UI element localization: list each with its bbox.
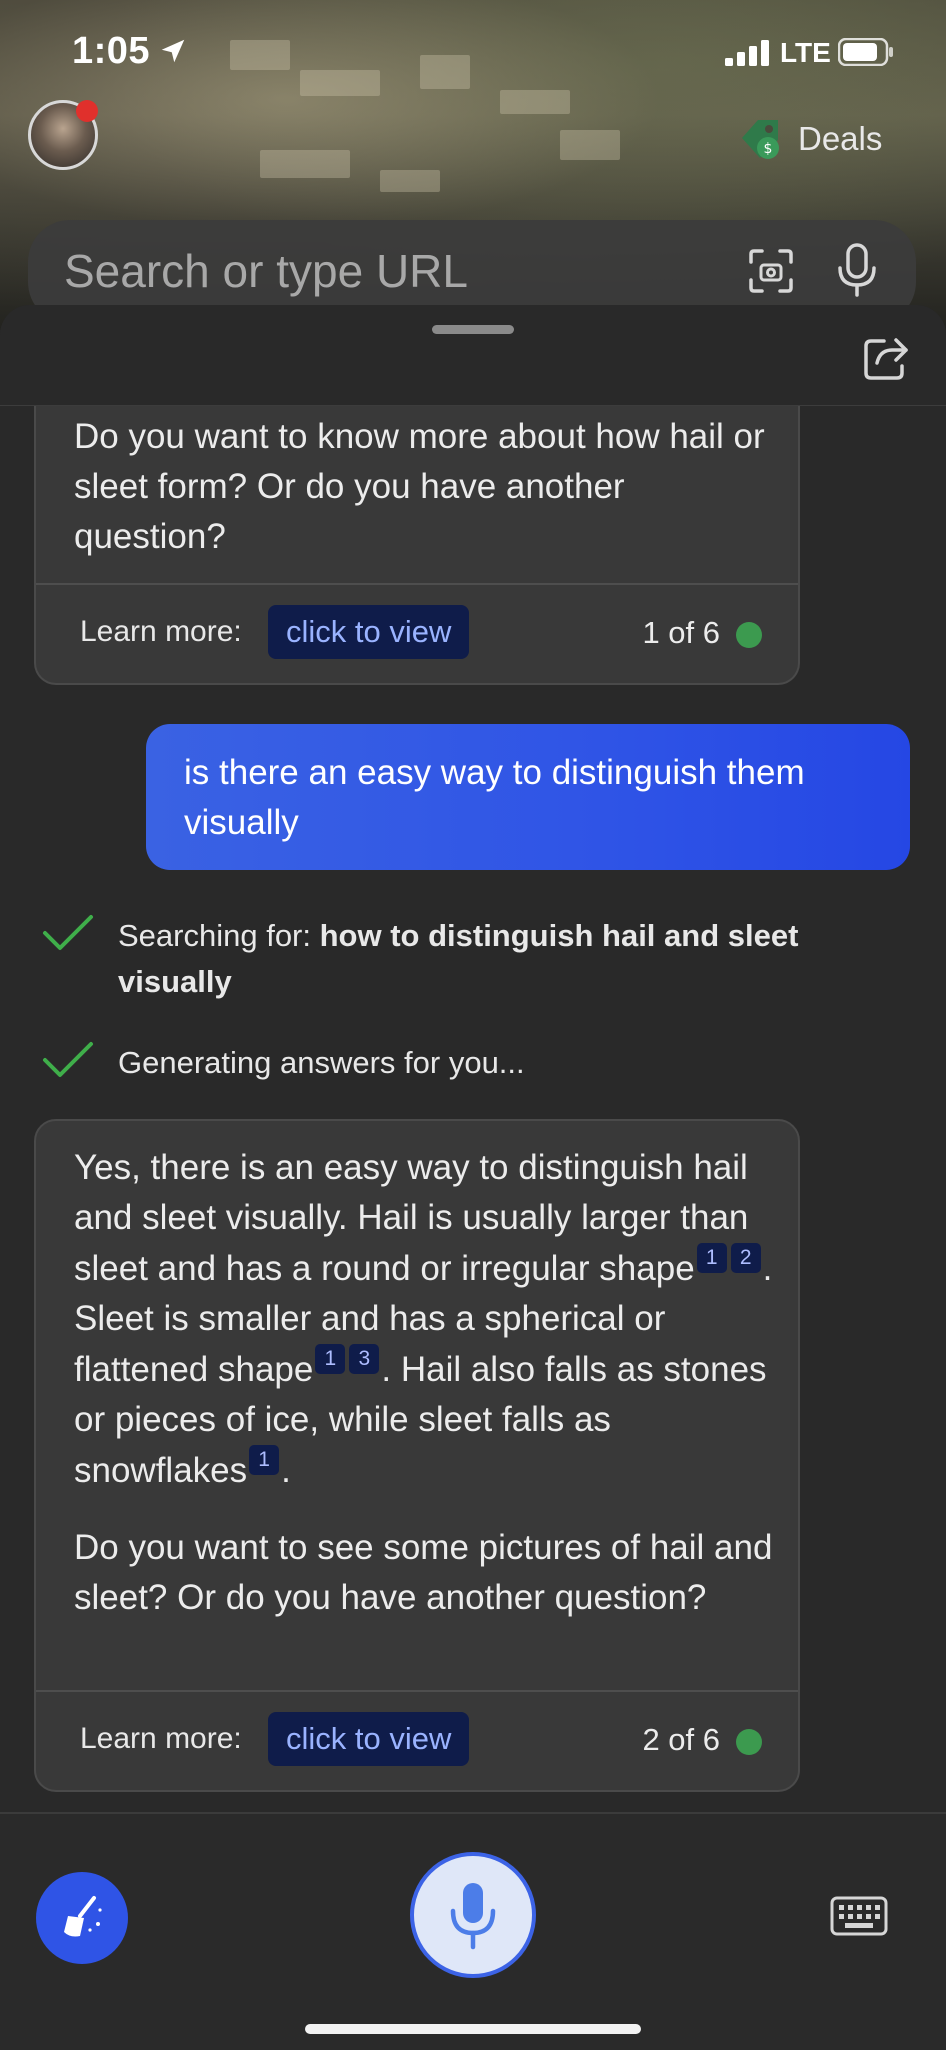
keyboard-icon[interactable]: [830, 1896, 888, 1936]
deals-button[interactable]: $ Deals: [738, 114, 882, 164]
user-message-bubble: is there an easy way to distinguish them…: [146, 724, 910, 870]
card-footer: Learn more: click to view 1 of 6: [36, 583, 798, 683]
bottom-toolbar: [0, 1812, 946, 2050]
sheet-grabber[interactable]: [432, 325, 514, 334]
answer-text: Yes, there is an easy way to distinguish…: [74, 1148, 749, 1288]
step-generating: Generating answers for you...: [42, 1040, 858, 1086]
deals-label: Deals: [798, 120, 883, 157]
broom-icon: [64, 1896, 102, 1937]
status-bar: 1:05 LTE: [0, 0, 946, 100]
answer-paragraph-2: Do you want to see some pictures of hail…: [74, 1528, 773, 1617]
battery-icon: [838, 38, 893, 66]
microphone-icon: [450, 1883, 496, 1950]
signal-icon: [725, 40, 769, 66]
citation-badge[interactable]: 1: [696, 1243, 727, 1273]
status-dot: [736, 622, 762, 648]
citation-badge[interactable]: 2: [730, 1243, 761, 1273]
notification-badge: [76, 100, 98, 122]
card-footer: Learn more: click to view 2 of 6: [36, 1690, 798, 1790]
home-indicator[interactable]: [305, 2024, 641, 2034]
citation-badge[interactable]: 1: [315, 1344, 346, 1374]
share-icon[interactable]: [862, 335, 910, 381]
user-message-text: is there an easy way to distinguish them…: [184, 753, 805, 842]
scan-icon[interactable]: [748, 248, 794, 294]
deals-tag-icon: $: [742, 120, 779, 159]
voice-input-button[interactable]: [410, 1852, 536, 1978]
status-time: 1:05: [72, 30, 151, 72]
learn-more-label: Learn more:: [80, 615, 242, 648]
learn-more-button[interactable]: click to view: [268, 1712, 470, 1766]
step-text: Searching for: how to distinguish hail a…: [118, 913, 858, 1005]
status-dot: [736, 1729, 762, 1755]
answer-text: .: [281, 1451, 291, 1490]
microphone-icon[interactable]: [834, 242, 880, 298]
svg-text:$: $: [764, 141, 773, 157]
answer-card-1: Do you want to know more about how hail …: [34, 380, 800, 685]
answer-card-2: Yes, there is an easy way to distinguish…: [34, 1119, 800, 1792]
new-topic-button[interactable]: [36, 1872, 128, 1964]
search-input[interactable]: Search or type URL: [64, 244, 468, 298]
learn-more-label: Learn more:: [80, 1722, 242, 1755]
checkmark-icon: [43, 915, 93, 950]
network-label: LTE: [780, 37, 831, 68]
step-prefix: Searching for:: [118, 918, 320, 953]
location-arrow-icon: [161, 39, 185, 63]
step-text: Generating answers for you...: [118, 1045, 525, 1080]
page-count: 1 of 6: [642, 615, 720, 650]
sheet-header: [0, 305, 946, 406]
checkmark-icon: [43, 1042, 93, 1077]
answer-text: Do you want to know more about how hail …: [74, 417, 765, 556]
answer-paragraph-1: Yes, there is an easy way to distinguish…: [74, 1143, 774, 1496]
citation-badge[interactable]: 1: [249, 1445, 280, 1475]
step-searching: Searching for: how to distinguish hail a…: [42, 913, 858, 1005]
citation-badge[interactable]: 3: [349, 1344, 380, 1374]
page-count: 2 of 6: [642, 1722, 720, 1757]
learn-more-button[interactable]: click to view: [268, 605, 470, 659]
